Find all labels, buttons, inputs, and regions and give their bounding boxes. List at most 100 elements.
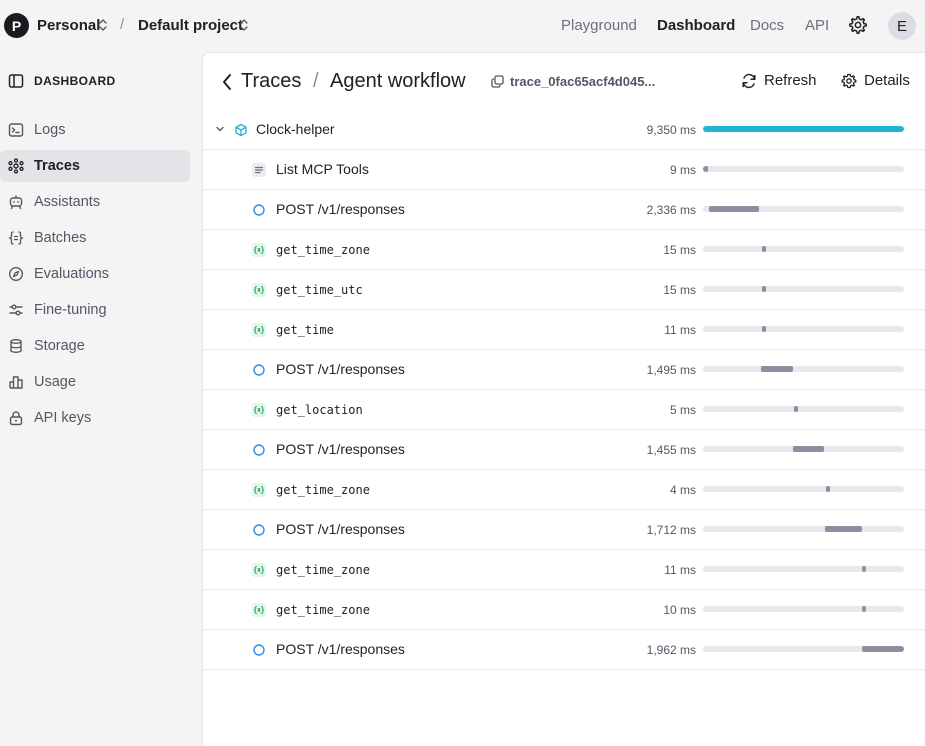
response-icon (253, 644, 265, 656)
function-icon (252, 323, 266, 337)
sidebar-item-evaluations[interactable]: Evaluations (0, 258, 190, 290)
span-timeline-track (703, 486, 904, 492)
function-icon (252, 603, 266, 617)
trace-row[interactable]: get_time_zone 4 ms (203, 470, 925, 510)
span-name: List MCP Tools (276, 161, 369, 177)
span-timeline-track (703, 126, 904, 132)
span-timeline-bar (762, 246, 766, 252)
database-icon (10, 339, 22, 354)
traces-icon (8, 158, 24, 174)
span-name: get_time_zone (276, 603, 370, 617)
trace-row[interactable]: get_time_zone 11 ms (203, 550, 925, 590)
span-name: get_time_zone (276, 243, 370, 257)
back-arrow-icon[interactable] (221, 73, 233, 91)
sidebar-item-label: Logs (34, 122, 66, 138)
chevron-up-down-icon[interactable] (98, 17, 108, 33)
span-name: POST /v1/responses (276, 641, 405, 657)
span-duration: 11 ms (664, 323, 696, 337)
span-duration: 10 ms (663, 603, 696, 617)
sidebar-item-storage[interactable]: Storage (0, 330, 190, 362)
span-timeline-track (703, 646, 904, 652)
span-timeline-track (703, 286, 904, 292)
sidebar-item-usage[interactable]: Usage (0, 366, 190, 398)
sidebar-item-label: Evaluations (34, 266, 109, 282)
span-duration: 4 ms (669, 483, 696, 497)
trace-row[interactable]: POST /v1/responses 1,712 ms (203, 510, 925, 550)
trace-row[interactable]: get_time_utc 15 ms (203, 270, 925, 310)
span-timeline-track (703, 246, 904, 252)
sidebar-item-label: Fine-tuning (34, 302, 107, 318)
span-timeline-bar (862, 646, 904, 652)
trace-row[interactable]: get_time_zone 10 ms (203, 590, 925, 630)
function-icon (252, 403, 266, 417)
nav-playground[interactable]: Playground (561, 17, 637, 34)
sidebar-item-api-keys[interactable]: API keys (0, 402, 190, 434)
trace-id[interactable]: trace_0fac65acf4d045... (510, 74, 655, 89)
span-name: get_time_zone (276, 563, 370, 577)
trace-row[interactable]: POST /v1/responses 1,962 ms (203, 630, 925, 670)
span-name: get_location (276, 403, 363, 417)
org-avatar[interactable]: P (4, 13, 29, 38)
breadcrumb-separator: / (120, 16, 125, 33)
nav-dashboard[interactable]: Dashboard (657, 17, 735, 34)
span-name: get_time_zone (276, 483, 370, 497)
nav-api[interactable]: API (805, 17, 829, 34)
project-switcher[interactable]: Default project (138, 17, 243, 34)
span-name: POST /v1/responses (276, 201, 405, 217)
copy-icon[interactable] (491, 75, 504, 88)
nav-docs[interactable]: Docs (750, 17, 784, 34)
function-icon (252, 563, 266, 577)
response-icon (253, 444, 265, 456)
chevron-down-icon[interactable] (215, 124, 225, 134)
sidebar-item-label: API keys (34, 410, 92, 426)
span-name: POST /v1/responses (276, 361, 405, 377)
details-button[interactable]: Details (841, 72, 910, 89)
sidebar-heading-label: DASHBOARD (34, 74, 116, 88)
sidebar: DASHBOARD Logs Traces Assistants Batches… (0, 52, 202, 746)
breadcrumb-separator: / (313, 70, 319, 92)
span-timeline-bar (826, 486, 830, 492)
span-timeline-bar (703, 166, 708, 172)
trace-row[interactable]: get_time 11 ms (203, 310, 925, 350)
span-duration: 15 ms (663, 243, 696, 257)
trace-row[interactable]: POST /v1/responses 1,455 ms (203, 430, 925, 470)
sidebar-item-label: Assistants (34, 194, 101, 210)
sidebar-item-fine-tuning[interactable]: Fine-tuning (0, 294, 190, 326)
breadcrumb-traces[interactable]: Traces (241, 70, 301, 93)
trace-row[interactable]: Clock-helper 9,350 ms (203, 110, 925, 150)
trace-row[interactable]: List MCP Tools 9 ms (203, 150, 925, 190)
span-duration: 1,712 ms (646, 523, 696, 537)
span-name: get_time (276, 323, 334, 337)
sidebar-item-logs[interactable]: Logs (0, 114, 190, 146)
span-duration: 2,336 ms (646, 203, 696, 217)
refresh-button[interactable]: Refresh (741, 72, 817, 89)
sidebar-item-batches[interactable]: Batches (0, 222, 190, 254)
org-switcher[interactable]: Personal (37, 17, 100, 34)
trace-timeline: Clock-helper 9,350 ms List MCP Tools 9 ms PO… (203, 110, 925, 670)
sliders-icon (9, 304, 23, 316)
sidebar-heading: DASHBOARD (8, 72, 116, 90)
span-timeline-track (703, 446, 904, 452)
span-timeline-bar (862, 566, 866, 572)
span-duration: 11 ms (664, 563, 696, 577)
span-timeline-track (703, 206, 904, 212)
trace-row[interactable]: POST /v1/responses 2,336 ms (203, 190, 925, 230)
trace-row[interactable]: POST /v1/responses 1,495 ms (203, 350, 925, 390)
trace-row[interactable]: get_location 5 ms (203, 390, 925, 430)
chevron-up-down-icon[interactable] (239, 17, 249, 33)
sidebar-item-label: Batches (34, 230, 87, 246)
sidebar-item-assistants[interactable]: Assistants (0, 186, 190, 218)
trace-row[interactable]: get_time_zone 15 ms (203, 230, 925, 270)
span-timeline-track (703, 166, 904, 172)
robot-icon (9, 195, 23, 210)
sidebar-item-traces[interactable]: Traces (0, 150, 190, 182)
sidebar-item-label: Traces (34, 158, 80, 174)
span-duration: 1,455 ms (646, 443, 696, 457)
span-timeline-bar (825, 526, 862, 532)
user-avatar[interactable]: E (888, 12, 916, 40)
function-icon (252, 243, 266, 257)
sidebar-toggle-icon[interactable] (8, 73, 24, 89)
gear-icon[interactable] (848, 15, 868, 35)
compass-icon (8, 266, 24, 282)
top-bar: P Personal / Default project Playground … (0, 0, 925, 52)
